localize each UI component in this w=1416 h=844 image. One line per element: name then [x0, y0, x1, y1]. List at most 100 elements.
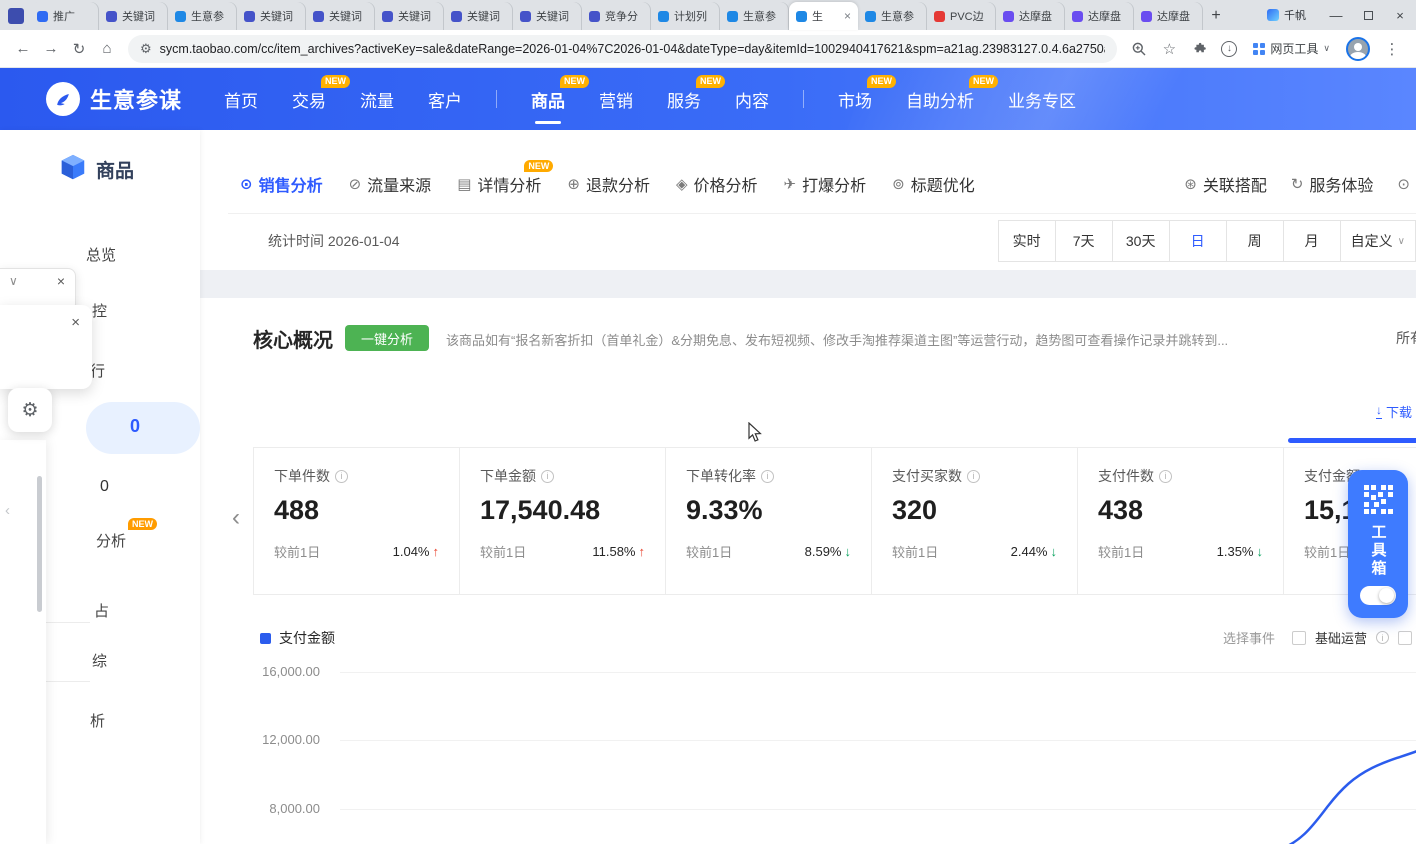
bookmark-star-icon[interactable]: ☆: [1155, 36, 1183, 62]
tab-detail-analysis[interactable]: ▤详情分析NEW: [457, 172, 541, 196]
profile-avatar[interactable]: [1346, 37, 1370, 61]
metric-card-conversion[interactable]: 下单转化率i 9.33% 较前1日8.59%↓: [665, 447, 872, 595]
checkbox-clipped[interactable]: [1398, 631, 1412, 645]
chevron-left-icon[interactable]: ‹: [5, 502, 10, 519]
browser-tab[interactable]: 达摩盘: [996, 2, 1065, 30]
info-icon[interactable]: i: [1159, 470, 1172, 483]
metric-card-pay-items[interactable]: 支付件数i 438 较前1日1.35%↓: [1077, 447, 1284, 595]
back-icon[interactable]: ←: [10, 36, 36, 62]
scrollbar-thumb[interactable]: [37, 476, 42, 612]
minimize-button[interactable]: —: [1320, 0, 1352, 30]
browser-tab[interactable]: 关键词: [306, 2, 375, 30]
nav-home[interactable]: 首页: [224, 81, 258, 118]
tool-related-match[interactable]: ⊛关联搭配: [1184, 172, 1267, 196]
browser-tab[interactable]: 计划列: [651, 2, 720, 30]
sidebar-item[interactable]: 行: [90, 360, 105, 381]
range-30d[interactable]: 30天: [1113, 221, 1170, 261]
checkbox-basic-ops[interactable]: [1292, 631, 1306, 645]
home-icon[interactable]: ⌂: [94, 36, 120, 62]
close-button[interactable]: ×: [1384, 0, 1416, 30]
nav-content[interactable]: 内容: [735, 81, 769, 118]
nav-customer[interactable]: 客户: [428, 81, 462, 118]
browser-tab[interactable]: 关键词: [375, 2, 444, 30]
address-bar[interactable]: ⚙ sycm.taobao.com/cc/item_archives?activ…: [128, 35, 1117, 63]
browser-tab[interactable]: 生意参: [858, 2, 927, 30]
floating-window[interactable]: ×: [0, 305, 92, 389]
range-7d[interactable]: 7天: [1056, 221, 1113, 261]
reload-icon[interactable]: ↻: [66, 36, 92, 62]
browser-tab[interactable]: 生意参: [720, 2, 789, 30]
download-link[interactable]: ↓ 下载: [1376, 402, 1412, 421]
info-icon[interactable]: i: [1376, 631, 1389, 644]
sidebar-item-overview[interactable]: 总览: [86, 244, 116, 265]
browser-tab[interactable]: 关键词: [444, 2, 513, 30]
web-tools-chip[interactable]: 网页工具 ∨: [1245, 40, 1338, 57]
range-realtime[interactable]: 实时: [999, 221, 1056, 261]
sidebar-item[interactable]: 析: [90, 710, 105, 731]
info-icon[interactable]: i: [335, 470, 348, 483]
site-settings-icon[interactable]: ⚙: [140, 41, 152, 57]
range-day[interactable]: 日: [1170, 221, 1227, 261]
toolbox-widget[interactable]: 工具箱: [1348, 470, 1408, 618]
tab-sales-analysis[interactable]: ⊙销售分析: [240, 172, 323, 196]
floating-side-panel[interactable]: ‹: [0, 440, 46, 844]
browser-tab-active[interactable]: 生×: [789, 2, 858, 30]
range-month[interactable]: 月: [1284, 221, 1341, 261]
qianfan-widget[interactable]: 千帆: [1267, 7, 1306, 23]
browser-tab[interactable]: 竞争分: [582, 2, 651, 30]
tab-traffic-source[interactable]: ⊘流量来源: [349, 172, 432, 196]
nav-marketing[interactable]: 营销: [599, 81, 633, 118]
maximize-button[interactable]: [1352, 0, 1384, 30]
nav-product[interactable]: 商品NEW: [531, 81, 565, 118]
metric-card-order-amount[interactable]: 下单金额i 17,540.48 较前1日11.58%↑: [459, 447, 666, 595]
browser-tab[interactable]: 达摩盘: [1134, 2, 1203, 30]
range-week[interactable]: 周: [1227, 221, 1284, 261]
tab-title-optimize[interactable]: ⊚标题优化: [892, 172, 975, 196]
info-icon[interactable]: i: [541, 470, 554, 483]
sidebar-item-count[interactable]: 0: [130, 416, 140, 437]
sidebar-item-count[interactable]: 0: [100, 478, 109, 496]
tab-close-icon[interactable]: ×: [844, 10, 851, 22]
sycm-logo[interactable]: [46, 82, 80, 116]
tool-more-clipped[interactable]: ⊙: [1397, 175, 1410, 193]
sidebar-item-analysis[interactable]: 分析: [96, 530, 126, 551]
one-click-analyze-button[interactable]: 一键分析: [345, 325, 429, 351]
sidebar-item[interactable]: 占: [94, 600, 109, 621]
nav-traffic[interactable]: 流量: [360, 81, 394, 118]
browser-tab[interactable]: 推广: [30, 2, 99, 30]
tab-favicon: [175, 11, 186, 22]
tab-price-analysis[interactable]: ◈价格分析: [676, 172, 758, 196]
sidebar-item[interactable]: 综: [92, 650, 107, 671]
browser-tab[interactable]: PVC边: [927, 2, 996, 30]
nav-market[interactable]: 市场NEW: [838, 81, 872, 118]
toolbox-toggle[interactable]: [1360, 586, 1396, 605]
download-icon[interactable]: ↓: [1215, 36, 1243, 62]
metric-card-order-items[interactable]: 下单件数i 488 较前1日1.04%↑: [253, 447, 460, 595]
tab-favicon: [244, 11, 255, 22]
metric-card-pay-buyers[interactable]: 支付买家数i 320 较前1日2.44%↓: [871, 447, 1078, 595]
browser-tab[interactable]: 关键词: [99, 2, 168, 30]
info-icon[interactable]: i: [761, 470, 774, 483]
nav-service[interactable]: 服务NEW: [667, 81, 701, 118]
tab-boost-analysis[interactable]: ✈打爆分析: [784, 172, 867, 196]
tab-refund-analysis[interactable]: ⊕退款分析: [567, 172, 650, 196]
settings-gear-button[interactable]: ⚙: [8, 388, 52, 432]
browser-tab[interactable]: 关键词: [513, 2, 582, 30]
nav-self-analysis[interactable]: 自助分析NEW: [906, 81, 974, 118]
close-icon[interactable]: ×: [71, 315, 80, 332]
browser-menu-icon[interactable]: ⋮: [1378, 36, 1406, 62]
carousel-left-icon[interactable]: ‹: [232, 504, 240, 532]
extensions-puzzle-icon[interactable]: [1185, 36, 1213, 62]
range-custom[interactable]: 自定义∨: [1341, 221, 1416, 261]
browser-tab[interactable]: 关键词: [237, 2, 306, 30]
info-icon[interactable]: i: [967, 470, 980, 483]
new-tab-button[interactable]: +: [1203, 3, 1229, 29]
tool-service-experience[interactable]: ↻服务体验: [1291, 172, 1374, 196]
browser-tab[interactable]: 生意参: [168, 2, 237, 30]
forward-icon[interactable]: →: [38, 36, 64, 62]
browser-tab[interactable]: 达摩盘: [1065, 2, 1134, 30]
sidebar-item-monitor[interactable]: 控: [92, 300, 107, 321]
nav-trade[interactable]: 交易NEW: [292, 81, 326, 118]
zoom-icon[interactable]: [1125, 36, 1153, 62]
nav-business-zone[interactable]: 业务专区: [1008, 81, 1076, 118]
